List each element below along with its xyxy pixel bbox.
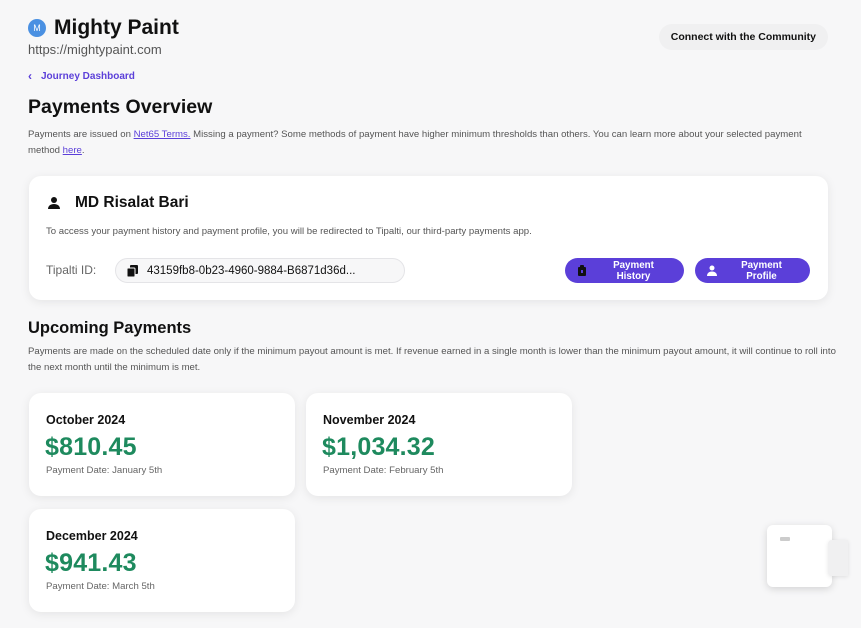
payment-method-here-link[interactable]: here: [63, 145, 82, 156]
payment-card: November 2024 $1,034.32 Payment Date: Fe…: [306, 393, 572, 496]
brand-name: Mighty Paint: [54, 16, 179, 39]
brand-logo: M: [28, 19, 46, 37]
payments-intro: Payments are issued on Net65 Terms. Miss…: [28, 127, 828, 159]
back-link-label: Journey Dashboard: [41, 70, 135, 82]
payment-month: November 2024: [323, 413, 416, 427]
payee-name: MD Risalat Bari: [75, 194, 189, 211]
chat-widget-bar: [780, 537, 790, 541]
person-icon: [48, 197, 60, 209]
copy-icon: [127, 264, 138, 277]
tipalti-id-value: 43159fb8-0b23-4960-9884-B6871d36d...: [147, 264, 356, 277]
payment-card: October 2024 $810.45 Payment Date: Janua…: [29, 393, 295, 496]
person-icon: [707, 265, 717, 276]
page: M Mighty Paint https://mightypaint.com C…: [0, 0, 861, 628]
payment-profile-label: Payment Profile: [741, 259, 782, 282]
tipalti-id-label: Tipalti ID:: [46, 263, 97, 277]
chevron-left-icon: ‹: [28, 69, 32, 83]
net65-terms-link[interactable]: Net65 Terms.: [134, 129, 191, 140]
tipalti-redirect-note: To access your payment history and payme…: [46, 226, 532, 237]
payment-amount: $810.45: [45, 433, 137, 461]
payment-month: December 2024: [46, 529, 138, 543]
brand: M Mighty Paint: [28, 16, 179, 40]
connect-community-button[interactable]: Connect with the Community: [658, 24, 828, 50]
payment-amount: $1,034.32: [322, 433, 436, 461]
payment-date: Payment Date: March 5th: [46, 581, 155, 592]
receipt-icon: [578, 265, 586, 276]
tipalti-id-copy-field[interactable]: 43159fb8-0b23-4960-9884-B6871d36d...: [115, 258, 405, 283]
payment-amount: $941.43: [45, 549, 137, 577]
chat-widget[interactable]: [767, 525, 832, 587]
intro-text-3: .: [81, 145, 85, 156]
payment-history-label: Payment History: [613, 259, 654, 282]
payment-date: Payment Date: January 5th: [46, 465, 163, 476]
payment-profile-button[interactable]: Payment Profile: [695, 258, 810, 283]
payment-card: December 2024 $941.43 Payment Date: Marc…: [29, 509, 295, 612]
intro-text-1: Payments are issued on: [28, 129, 134, 140]
back-to-journey-dashboard-link[interactable]: ‹ Journey Dashboard: [28, 70, 135, 82]
payment-month: October 2024: [46, 413, 126, 427]
upcoming-payments-title: Upcoming Payments: [28, 319, 192, 337]
brand-url: https://mightypaint.com: [28, 42, 162, 57]
side-tab-handle[interactable]: [828, 540, 848, 576]
page-title: Payments Overview: [28, 96, 213, 118]
profile-name-row: MD Risalat Bari: [47, 194, 189, 212]
payee-profile-card: MD Risalat Bari To access your payment h…: [29, 176, 828, 300]
payment-history-button[interactable]: Payment History: [565, 258, 684, 283]
upcoming-payments-note: Payments are made on the scheduled date …: [28, 346, 836, 373]
payment-date: Payment Date: February 5th: [323, 465, 444, 476]
